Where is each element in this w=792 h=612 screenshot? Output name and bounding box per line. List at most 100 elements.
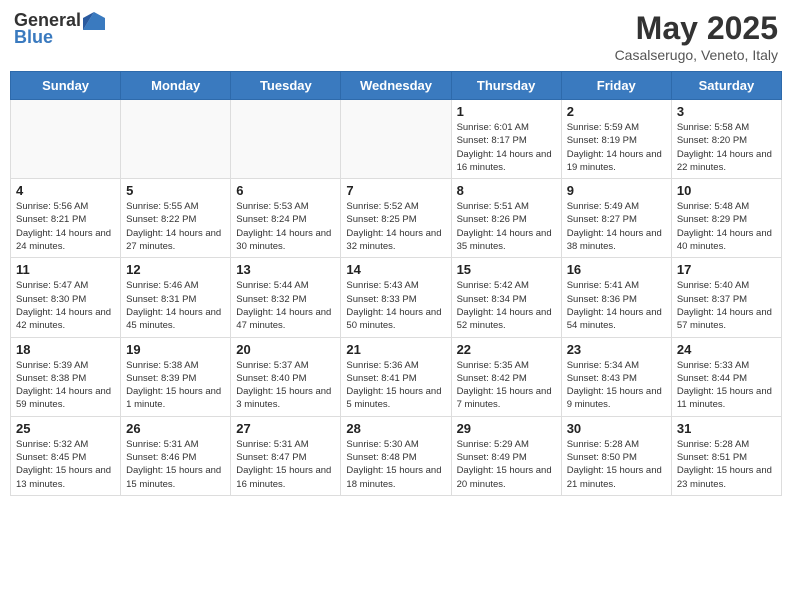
calendar-week-row: 25 Sunrise: 5:32 AMSunset: 8:45 PMDayligh… bbox=[11, 416, 782, 495]
calendar-cell: 1 Sunrise: 6:01 AMSunset: 8:17 PMDaylight… bbox=[451, 100, 561, 179]
calendar-cell: 20Sunrise: 5:37 AMSunset: 8:40 PMDayligh… bbox=[231, 337, 341, 416]
location-subtitle: Casalserugo, Veneto, Italy bbox=[615, 47, 778, 63]
calendar-cell: 3 Sunrise: 5:58 AMSunset: 8:20 PMDaylight… bbox=[671, 100, 781, 179]
day-number: 6 bbox=[236, 183, 335, 198]
day-info: Sunrise: 6:01 AMSunset: 8:17 PMDaylight:… bbox=[457, 121, 556, 174]
day-number: 10 bbox=[677, 183, 776, 198]
day-number: 25 bbox=[16, 421, 115, 436]
day-number: 23 bbox=[567, 342, 666, 357]
day-info: Sunrise: 5:56 AMSunset: 8:21 PMDaylight:… bbox=[16, 200, 115, 253]
calendar-cell: 25 Sunrise: 5:32 AMSunset: 8:45 PMDayligh… bbox=[11, 416, 121, 495]
day-number: 12 bbox=[126, 262, 225, 277]
calendar-cell: 18Sunrise: 5:39 AMSunset: 8:38 PMDayligh… bbox=[11, 337, 121, 416]
day-of-week-header: Wednesday bbox=[341, 72, 451, 100]
day-info: Sunrise: 5:38 AMSunset: 8:39 PMDaylight:… bbox=[126, 359, 225, 412]
day-number: 5 bbox=[126, 183, 225, 198]
calendar-table: SundayMondayTuesdayWednesdayThursdayFrid… bbox=[10, 71, 782, 496]
day-number: 7 bbox=[346, 183, 445, 198]
day-of-week-header: Tuesday bbox=[231, 72, 341, 100]
calendar-cell: 29Sunrise: 5:29 AMSunset: 8:49 PMDayligh… bbox=[451, 416, 561, 495]
calendar-cell: 19Sunrise: 5:38 AMSunset: 8:39 PMDayligh… bbox=[121, 337, 231, 416]
calendar-cell: 28 Sunrise: 5:30 AMSunset: 8:48 PMDayligh… bbox=[341, 416, 451, 495]
day-of-week-header: Saturday bbox=[671, 72, 781, 100]
calendar-week-row: 1 Sunrise: 6:01 AMSunset: 8:17 PMDaylight… bbox=[11, 100, 782, 179]
day-info: Sunrise: 5:49 AMSunset: 8:27 PMDaylight:… bbox=[567, 200, 666, 253]
day-number: 30 bbox=[567, 421, 666, 436]
day-of-week-header: Friday bbox=[561, 72, 671, 100]
logo-icon bbox=[83, 12, 105, 30]
day-number: 31 bbox=[677, 421, 776, 436]
day-info: Sunrise: 5:40 AMSunset: 8:37 PMDaylight:… bbox=[677, 279, 776, 332]
day-number: 26 bbox=[126, 421, 225, 436]
calendar-week-row: 4 Sunrise: 5:56 AMSunset: 8:21 PMDaylight… bbox=[11, 179, 782, 258]
calendar-cell bbox=[341, 100, 451, 179]
day-number: 29 bbox=[457, 421, 556, 436]
day-info: Sunrise: 5:46 AMSunset: 8:31 PMDaylight:… bbox=[126, 279, 225, 332]
calendar-cell: 8 Sunrise: 5:51 AMSunset: 8:26 PMDaylight… bbox=[451, 179, 561, 258]
calendar-cell: 6 Sunrise: 5:53 AMSunset: 8:24 PMDaylight… bbox=[231, 179, 341, 258]
month-title: May 2025 bbox=[615, 10, 778, 47]
day-info: Sunrise: 5:33 AMSunset: 8:44 PMDaylight:… bbox=[677, 359, 776, 412]
day-info: Sunrise: 5:28 AMSunset: 8:50 PMDaylight:… bbox=[567, 438, 666, 491]
calendar-cell bbox=[231, 100, 341, 179]
day-of-week-header: Monday bbox=[121, 72, 231, 100]
calendar-cell: 5Sunrise: 5:55 AMSunset: 8:22 PMDaylight… bbox=[121, 179, 231, 258]
day-number: 11 bbox=[16, 262, 115, 277]
calendar-cell: 7Sunrise: 5:52 AMSunset: 8:25 PMDaylight… bbox=[341, 179, 451, 258]
day-number: 21 bbox=[346, 342, 445, 357]
calendar-cell: 17Sunrise: 5:40 AMSunset: 8:37 PMDayligh… bbox=[671, 258, 781, 337]
day-number: 24 bbox=[677, 342, 776, 357]
calendar-cell: 4 Sunrise: 5:56 AMSunset: 8:21 PMDaylight… bbox=[11, 179, 121, 258]
calendar-cell: 14Sunrise: 5:43 AMSunset: 8:33 PMDayligh… bbox=[341, 258, 451, 337]
logo-blue-text: Blue bbox=[14, 27, 53, 48]
day-info: Sunrise: 5:35 AMSunset: 8:42 PMDaylight:… bbox=[457, 359, 556, 412]
day-info: Sunrise: 5:31 AMSunset: 8:46 PMDaylight:… bbox=[126, 438, 225, 491]
day-number: 15 bbox=[457, 262, 556, 277]
calendar-cell: 10 Sunrise: 5:48 AMSunset: 8:29 PMDayligh… bbox=[671, 179, 781, 258]
calendar-cell: 15 Sunrise: 5:42 AMSunset: 8:34 PMDayligh… bbox=[451, 258, 561, 337]
day-info: Sunrise: 5:53 AMSunset: 8:24 PMDaylight:… bbox=[236, 200, 335, 253]
page-header: General Blue May 2025 Casalserugo, Venet… bbox=[10, 10, 782, 63]
day-number: 4 bbox=[16, 183, 115, 198]
calendar-cell: 22 Sunrise: 5:35 AMSunset: 8:42 PMDayligh… bbox=[451, 337, 561, 416]
day-info: Sunrise: 5:34 AMSunset: 8:43 PMDaylight:… bbox=[567, 359, 666, 412]
day-number: 22 bbox=[457, 342, 556, 357]
calendar-cell: 24 Sunrise: 5:33 AMSunset: 8:44 PMDayligh… bbox=[671, 337, 781, 416]
day-of-week-header: Thursday bbox=[451, 72, 561, 100]
day-info: Sunrise: 5:30 AMSunset: 8:48 PMDaylight:… bbox=[346, 438, 445, 491]
logo: General Blue bbox=[14, 10, 105, 48]
day-info: Sunrise: 5:37 AMSunset: 8:40 PMDaylight:… bbox=[236, 359, 335, 412]
calendar-cell: 9 Sunrise: 5:49 AMSunset: 8:27 PMDaylight… bbox=[561, 179, 671, 258]
day-of-week-header: Sunday bbox=[11, 72, 121, 100]
day-info: Sunrise: 5:51 AMSunset: 8:26 PMDaylight:… bbox=[457, 200, 556, 253]
calendar-cell: 21 Sunrise: 5:36 AMSunset: 8:41 PMDayligh… bbox=[341, 337, 451, 416]
title-block: May 2025 Casalserugo, Veneto, Italy bbox=[615, 10, 778, 63]
day-number: 8 bbox=[457, 183, 556, 198]
day-number: 28 bbox=[346, 421, 445, 436]
day-number: 3 bbox=[677, 104, 776, 119]
day-number: 18 bbox=[16, 342, 115, 357]
day-info: Sunrise: 5:28 AMSunset: 8:51 PMDaylight:… bbox=[677, 438, 776, 491]
day-info: Sunrise: 5:32 AMSunset: 8:45 PMDaylight:… bbox=[16, 438, 115, 491]
calendar-cell: 12 Sunrise: 5:46 AMSunset: 8:31 PMDayligh… bbox=[121, 258, 231, 337]
calendar-cell: 2Sunrise: 5:59 AMSunset: 8:19 PMDaylight… bbox=[561, 100, 671, 179]
day-info: Sunrise: 5:58 AMSunset: 8:20 PMDaylight:… bbox=[677, 121, 776, 174]
day-number: 14 bbox=[346, 262, 445, 277]
calendar-cell: 23 Sunrise: 5:34 AMSunset: 8:43 PMDayligh… bbox=[561, 337, 671, 416]
day-number: 1 bbox=[457, 104, 556, 119]
calendar-cell: 13Sunrise: 5:44 AMSunset: 8:32 PMDayligh… bbox=[231, 258, 341, 337]
day-info: Sunrise: 5:47 AMSunset: 8:30 PMDaylight:… bbox=[16, 279, 115, 332]
day-number: 13 bbox=[236, 262, 335, 277]
calendar-cell: 30 Sunrise: 5:28 AMSunset: 8:50 PMDayligh… bbox=[561, 416, 671, 495]
calendar-cell: 16Sunrise: 5:41 AMSunset: 8:36 PMDayligh… bbox=[561, 258, 671, 337]
calendar-header-row: SundayMondayTuesdayWednesdayThursdayFrid… bbox=[11, 72, 782, 100]
calendar-cell: 31 Sunrise: 5:28 AMSunset: 8:51 PMDayligh… bbox=[671, 416, 781, 495]
calendar-cell bbox=[121, 100, 231, 179]
day-info: Sunrise: 5:42 AMSunset: 8:34 PMDaylight:… bbox=[457, 279, 556, 332]
day-info: Sunrise: 5:36 AMSunset: 8:41 PMDaylight:… bbox=[346, 359, 445, 412]
day-number: 16 bbox=[567, 262, 666, 277]
day-info: Sunrise: 5:48 AMSunset: 8:29 PMDaylight:… bbox=[677, 200, 776, 253]
calendar-cell bbox=[11, 100, 121, 179]
day-number: 9 bbox=[567, 183, 666, 198]
calendar-week-row: 18Sunrise: 5:39 AMSunset: 8:38 PMDayligh… bbox=[11, 337, 782, 416]
